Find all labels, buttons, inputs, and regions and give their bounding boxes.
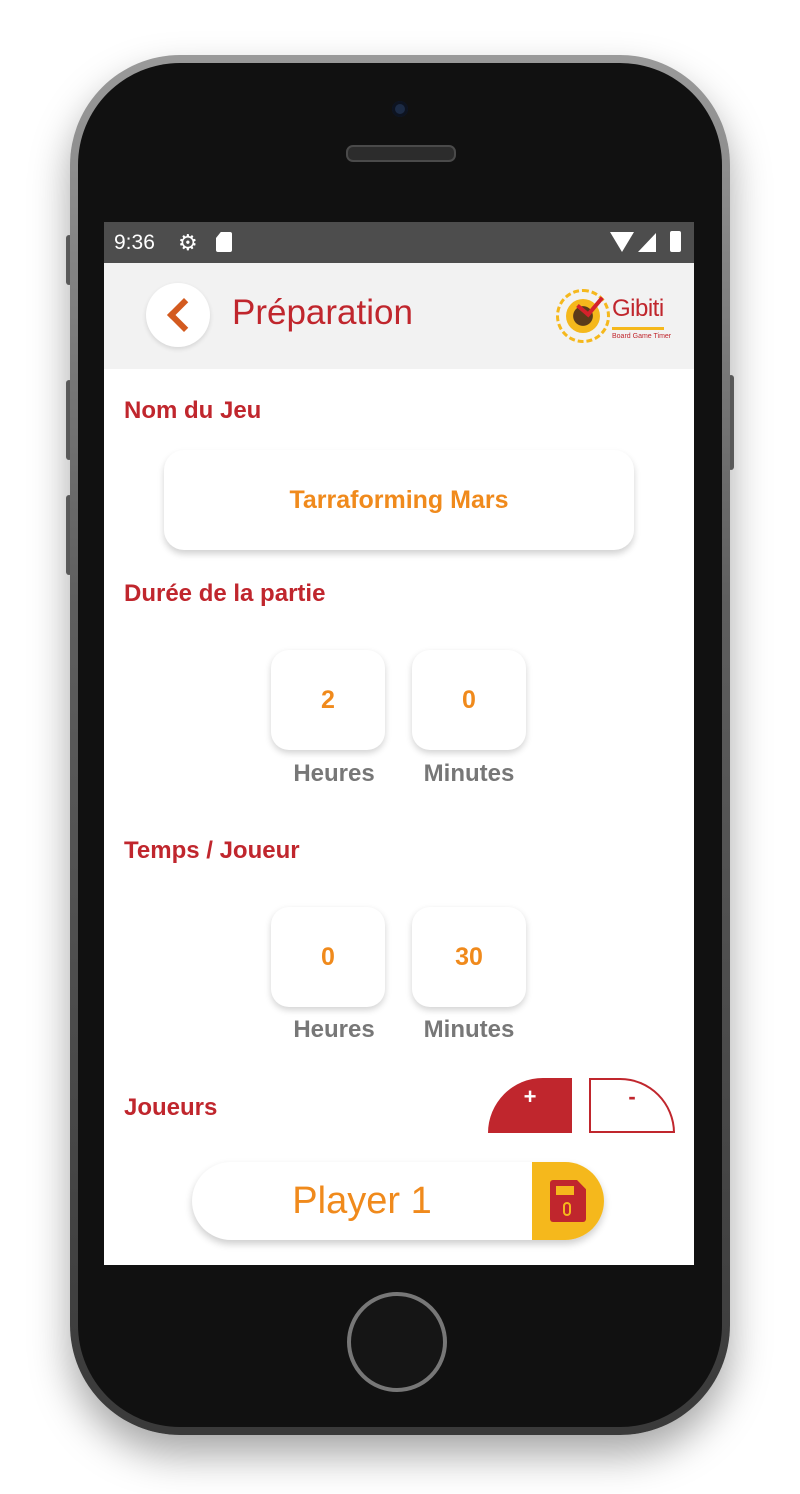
logo-tagline: Board Game Timer: [612, 333, 672, 340]
save-player-button[interactable]: [532, 1162, 604, 1240]
app-header: Préparation Gibiti Board Game Timer: [104, 263, 694, 369]
battery-icon: [670, 231, 681, 252]
player-time-hours-label: Heures: [293, 1016, 375, 1043]
duration-label: Durée de la partie: [124, 580, 326, 607]
duration-hours-input[interactable]: 2: [271, 650, 385, 750]
player-time-hours-input[interactable]: 0: [271, 907, 385, 1007]
logo-brand: Gibiti: [612, 295, 664, 322]
wifi-icon: [610, 232, 634, 252]
time-per-player-label: Temps / Joueur: [124, 837, 300, 864]
gear-icon: ⚙: [178, 230, 198, 255]
game-name-input[interactable]: Tarraforming Mars: [164, 450, 634, 550]
chevron-left-icon: [167, 298, 201, 332]
duration-hours-label: Heures: [293, 760, 375, 787]
page-title: Préparation: [232, 293, 413, 332]
signal-icon: [638, 233, 656, 252]
players-label: Joueurs: [124, 1094, 218, 1121]
add-player-button[interactable]: +: [488, 1078, 572, 1133]
remove-player-button[interactable]: -: [589, 1078, 675, 1133]
logo-underline: [612, 327, 664, 330]
sd-card-icon: [216, 232, 232, 252]
duration-minutes-input[interactable]: 0: [412, 650, 526, 750]
player-name-input[interactable]: Player 1: [192, 1162, 532, 1240]
gibiti-logo: Gibiti Board Game Timer: [556, 285, 672, 349]
earpiece-speaker: [346, 145, 456, 162]
game-name-label: Nom du Jeu: [124, 397, 262, 424]
player-card: Player 1: [192, 1162, 604, 1240]
player-time-minutes-label: Minutes: [423, 1016, 515, 1043]
duration-minutes-label: Minutes: [423, 760, 515, 787]
player-time-minutes-input[interactable]: 30: [412, 907, 526, 1007]
save-disk-plug-icon: [563, 1202, 571, 1216]
save-disk-label-icon: [556, 1186, 574, 1195]
status-bar: 9:36 ⚙: [104, 222, 694, 263]
app-screen: 9:36 ⚙ Préparation Gibiti Board Game Tim…: [104, 222, 694, 1265]
back-button[interactable]: [146, 283, 210, 347]
status-time: 9:36: [114, 231, 155, 254]
home-button[interactable]: [347, 1292, 447, 1392]
front-camera: [392, 101, 408, 117]
